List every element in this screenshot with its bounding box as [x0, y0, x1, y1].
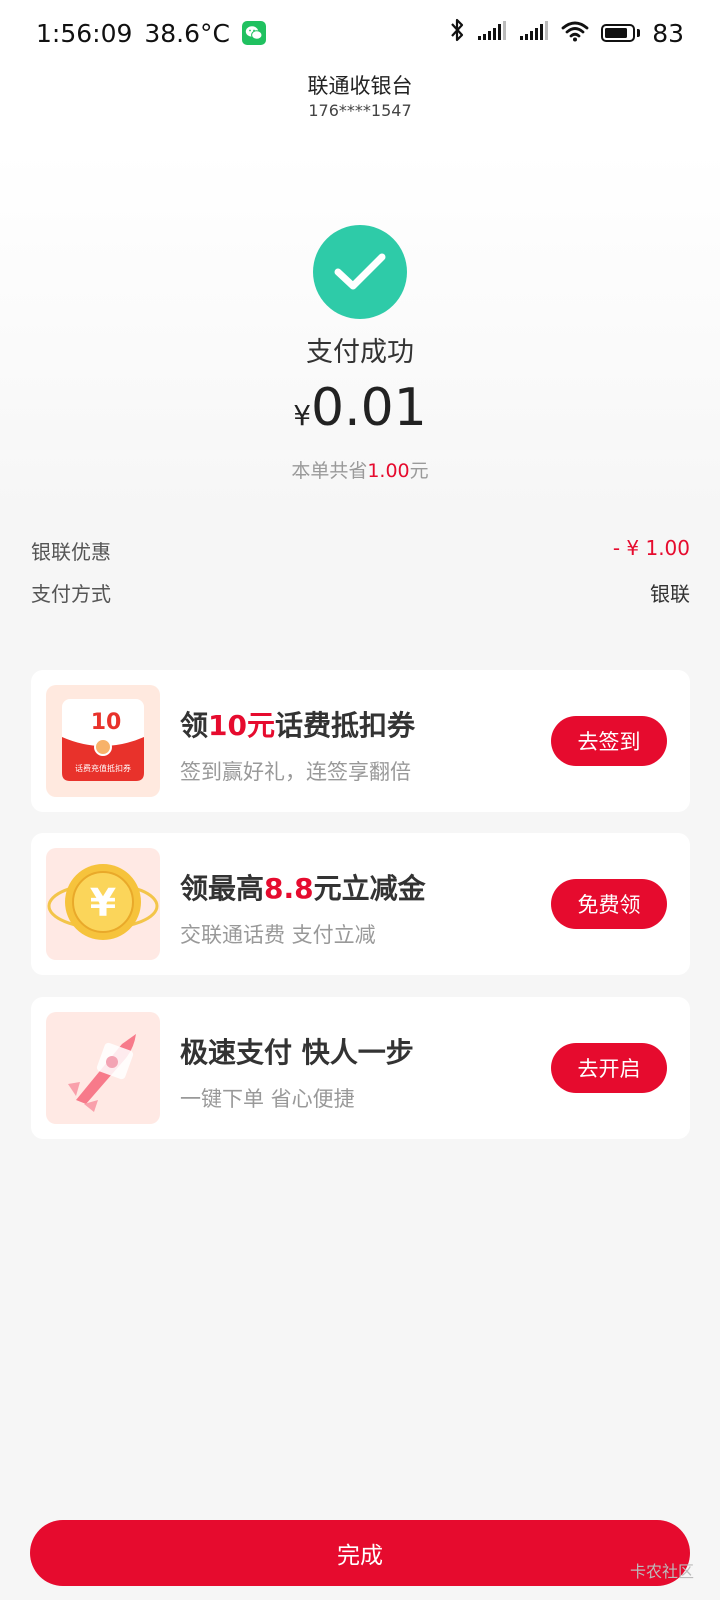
promo-title-pre: 极速支付 快人一步 — [180, 1036, 414, 1069]
saved-amount: 1.00 — [367, 460, 410, 482]
promo-title: 领10元话费抵扣券 — [180, 704, 415, 744]
coupon-envelope-icon: 10 话费充值抵扣券 — [46, 685, 160, 797]
done-button[interactable]: 完成 — [30, 1520, 690, 1586]
payment-status: 支付成功 — [306, 337, 414, 368]
sign-in-button[interactable]: 去签到 — [551, 716, 667, 766]
signal-icon — [477, 19, 507, 48]
promo-title-highlight: 8.8 — [264, 872, 314, 905]
saved-summary: 本单共省1.00元 — [0, 456, 720, 483]
thumb-coupon-value: 10 — [91, 710, 122, 735]
detail-row-discount: 银联优惠 - ¥ 1.00 — [31, 536, 690, 565]
promo-subtitle: 签到赢好礼，连签享翻倍 — [180, 760, 411, 784]
promo-title-pre: 领最高 — [180, 872, 265, 905]
status-left: 1:56:09 38.6°C — [36, 19, 266, 48]
amount-value: 0.01 — [311, 378, 427, 438]
signal-icon — [519, 19, 549, 48]
paid-amount: ¥0.01 — [0, 378, 720, 438]
battery-level: 83 — [652, 18, 684, 48]
thumb-coin-symbol: ¥ — [90, 881, 116, 925]
phone-number: 176****1547 — [308, 101, 412, 120]
promo-card-fast-pay[interactable]: 极速支付 快人一步 一键下单 省心便捷 去开启 — [31, 997, 690, 1139]
promo-subtitle: 交联通话费 支付立减 — [180, 923, 376, 947]
promo-subtitle: 一键下单 省心便捷 — [180, 1087, 355, 1111]
promo-card-coupon[interactable]: 10 话费充值抵扣券 领10元话费抵扣券 签到赢好礼，连签享翻倍 去签到 — [31, 670, 690, 812]
saved-suffix: 元 — [409, 460, 429, 482]
detail-label: 银联优惠 — [31, 540, 111, 564]
watermark: 卡农社区 — [629, 1562, 694, 1581]
wifi-icon — [561, 19, 589, 48]
promo-title-highlight: 10元 — [208, 709, 275, 742]
status-time: 1:56:09 — [36, 18, 133, 48]
promo-card-discount[interactable]: ¥ 领最高8.8元立减金 交联通话费 支付立减 免费领 — [31, 833, 690, 975]
gold-coin-icon: ¥ — [46, 848, 160, 960]
status-bar: 1:56:09 38.6°C 83 — [0, 0, 720, 66]
success-check-icon — [313, 225, 407, 319]
rocket-icon — [46, 1012, 160, 1124]
detail-label: 支付方式 — [31, 582, 111, 606]
cashier-header: 联通收银台 176****1547 — [0, 72, 720, 122]
status-temperature: 38.6°C — [144, 18, 230, 48]
bluetooth-icon — [449, 17, 465, 49]
detail-value: - ¥ 1.00 — [612, 536, 690, 560]
detail-row-payment-method: 支付方式 银联 — [31, 578, 690, 607]
saved-prefix: 本单共省 — [291, 460, 368, 482]
enable-fast-pay-button[interactable]: 去开启 — [551, 1043, 667, 1093]
claim-free-button[interactable]: 免费领 — [551, 879, 667, 929]
thumb-coupon-caption: 话费充值抵扣券 — [75, 763, 131, 773]
wechat-icon — [242, 21, 266, 45]
promo-title: 领最高8.8元立减金 — [180, 867, 426, 907]
promo-title-post: 话费抵扣券 — [274, 709, 415, 742]
currency-symbol: ¥ — [293, 399, 312, 432]
promo-title-post: 元立减金 — [313, 872, 426, 905]
promo-title-pre: 领 — [180, 709, 209, 742]
status-right: 83 — [449, 17, 684, 49]
promo-title: 极速支付 快人一步 — [180, 1031, 414, 1071]
page-title: 联通收银台 — [307, 74, 413, 98]
battery-icon — [601, 24, 641, 42]
detail-value: 银联 — [650, 582, 690, 606]
